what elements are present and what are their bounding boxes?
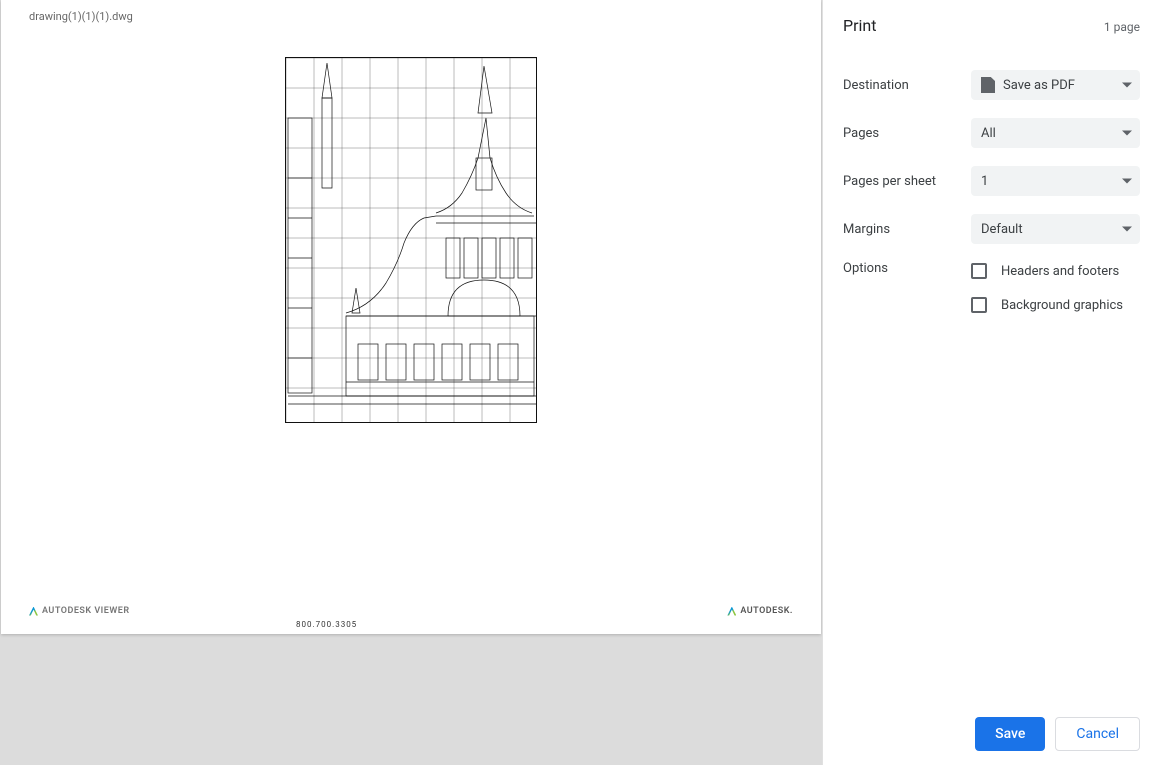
chevron-down-icon [1122, 179, 1132, 184]
drawing-preview [285, 57, 537, 423]
row-pages-per-sheet: Pages per sheet 1 [843, 165, 1140, 197]
print-settings-panel: Print 1 page Destination Save as PDF Pag… [822, 0, 1160, 765]
label-margins: Margins [843, 222, 971, 237]
checkbox-label-background-graphics: Background graphics [1001, 298, 1123, 313]
pages-select[interactable]: All [971, 118, 1140, 148]
document-filename: drawing(1)(1)(1).dwg [29, 10, 133, 23]
cancel-button[interactable]: Cancel [1055, 717, 1140, 751]
pages-per-sheet-select[interactable]: 1 [971, 166, 1140, 196]
panel-title: Print [843, 16, 876, 35]
row-margins: Margins Default [843, 213, 1140, 245]
label-options: Options [843, 261, 971, 276]
checkbox-icon [971, 263, 987, 279]
panel-header: Print 1 page [843, 16, 1140, 35]
chevron-down-icon [1122, 227, 1132, 232]
autodesk-logo-icon [29, 607, 38, 616]
preview-footer-left: AUTODESK VIEWER [29, 606, 130, 616]
checkbox-background-graphics[interactable]: Background graphics [971, 297, 1123, 313]
label-pages: Pages [843, 126, 971, 141]
checkbox-label-headers-footers: Headers and footers [1001, 264, 1119, 279]
panel-footer: Save Cancel [975, 717, 1140, 751]
row-options: Options Headers and footers Background g… [843, 261, 1140, 313]
footer-left-text: AUTODESK VIEWER [42, 606, 130, 616]
destination-select[interactable]: Save as PDF [971, 70, 1140, 100]
preview-footer-right: AUTODESK. [727, 606, 793, 616]
drawing-legend-number: 800.700.3305 [296, 620, 357, 629]
margins-value: Default [981, 222, 1023, 237]
save-button[interactable]: Save [975, 717, 1045, 751]
chevron-down-icon [1122, 83, 1132, 88]
label-pages-per-sheet: Pages per sheet [843, 174, 971, 189]
checkbox-icon [971, 297, 987, 313]
page-count: 1 page [1104, 20, 1140, 34]
label-destination: Destination [843, 78, 971, 93]
pages-value: All [981, 126, 996, 141]
row-destination: Destination Save as PDF [843, 69, 1140, 101]
pages-per-sheet-value: 1 [981, 174, 988, 189]
page-icon [981, 77, 995, 93]
checkbox-headers-footers[interactable]: Headers and footers [971, 263, 1123, 279]
autodesk-logo-icon [727, 607, 736, 616]
preview-page: drawing(1)(1)(1).dwg [1, 0, 821, 634]
options-group: Headers and footers Background graphics [971, 261, 1123, 313]
chevron-down-icon [1122, 131, 1132, 136]
print-preview-pane: drawing(1)(1)(1).dwg [0, 0, 822, 765]
margins-select[interactable]: Default [971, 214, 1140, 244]
destination-value: Save as PDF [1003, 78, 1075, 93]
row-pages: Pages All [843, 117, 1140, 149]
footer-right-text: AUTODESK. [740, 606, 793, 616]
